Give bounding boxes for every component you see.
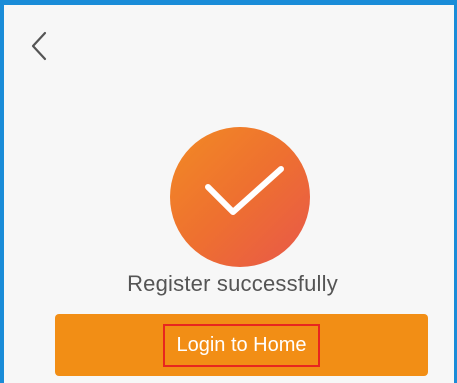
app-screen: Register successfully Login to Home [0,0,457,383]
success-message: Register successfully [127,271,338,296]
login-to-home-button[interactable]: Login to Home [55,314,428,376]
back-button[interactable] [26,29,56,65]
success-badge [170,127,310,267]
checkmark-icon [205,166,284,215]
chevron-left-icon [31,31,47,61]
login-to-home-label: Login to Home [163,323,320,367]
